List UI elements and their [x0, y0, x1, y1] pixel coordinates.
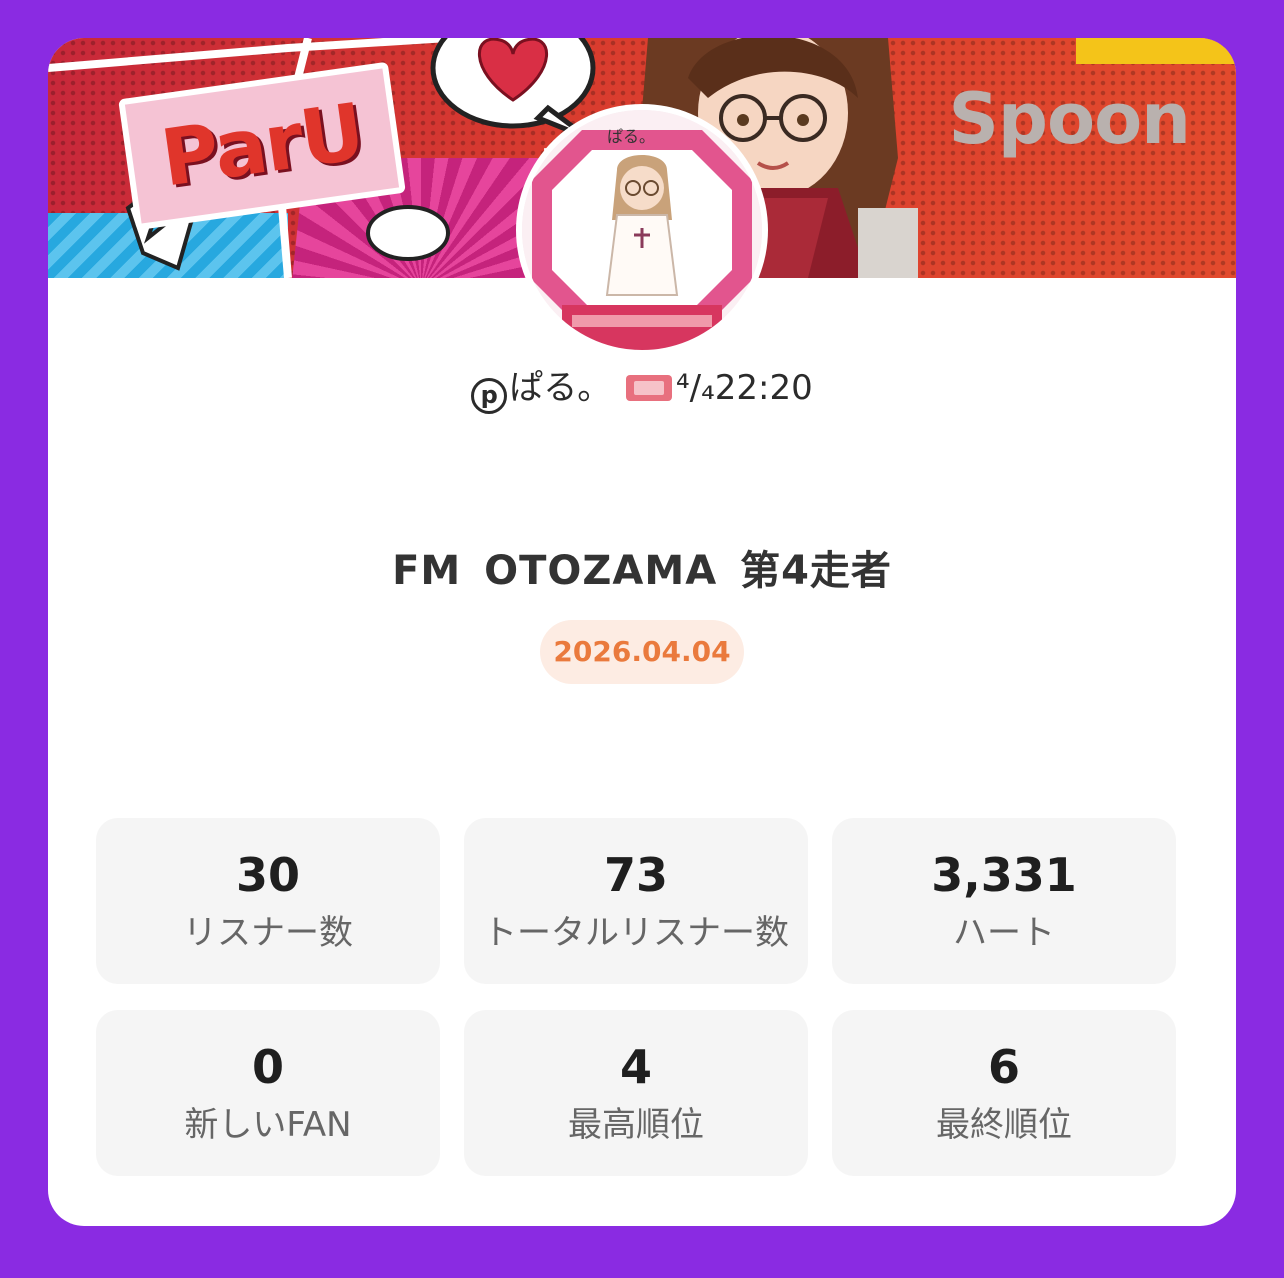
stat-total-listeners: 73 トータルリスナー数	[464, 818, 808, 984]
avatar-image: ぱる。	[522, 110, 762, 350]
spoon-logo: Spoon	[948, 78, 1191, 160]
stat-new-fans: 0 新しいFAN	[96, 1010, 440, 1176]
stat-label: ハート	[953, 913, 1055, 953]
stat-final-rank: 6 最終順位	[832, 1010, 1176, 1176]
dj-name: ぱる。	[509, 368, 612, 408]
stat-value: 73	[603, 848, 668, 902]
stat-listeners: 30 リスナー数	[96, 818, 440, 984]
stat-label: トータルリスナー数	[483, 913, 789, 953]
stat-value: 4	[619, 1040, 652, 1094]
stat-label: 最終順位	[936, 1105, 1072, 1145]
comic-panel-yellow	[1076, 38, 1236, 64]
heart-speech-bubble	[430, 38, 596, 138]
stat-value: 6	[987, 1040, 1020, 1094]
avatar-caption: ぱる。	[607, 127, 655, 146]
stat-value: 3,331	[931, 848, 1077, 902]
stats-card: ParU Spoon ぱる。 p ぱる。 ⁴/₄22:20 FM OTOZAMA…	[48, 38, 1236, 1226]
admit-one-ticket-icon	[626, 375, 673, 401]
broadcast-schedule: ⁴/₄22:20	[676, 368, 813, 408]
paru-logo-text: ParU	[155, 87, 369, 205]
stat-label: リスナー数	[183, 913, 353, 953]
stat-value: 30	[235, 848, 300, 902]
stat-label: 新しいFAN	[184, 1105, 352, 1145]
p-circle-icon: p	[471, 378, 508, 414]
dj-name-line: p ぱる。 ⁴/₄22:20	[48, 360, 1236, 414]
stat-value: 0	[251, 1040, 284, 1094]
broadcast-date-badge: 2026.04.04	[540, 620, 744, 684]
avatar[interactable]: ぱる。	[522, 110, 762, 350]
broadcast-title: FM OTOZAMA 第4走者	[392, 548, 892, 594]
stat-highest-rank: 4 最高順位	[464, 1010, 808, 1176]
stats-grid: 30 リスナー数 73 トータルリスナー数 3,331 ハート 0 新しいFAN…	[96, 818, 1176, 1176]
stat-hearts: 3,331 ハート	[832, 818, 1176, 984]
stat-label: 最高順位	[568, 1105, 704, 1145]
